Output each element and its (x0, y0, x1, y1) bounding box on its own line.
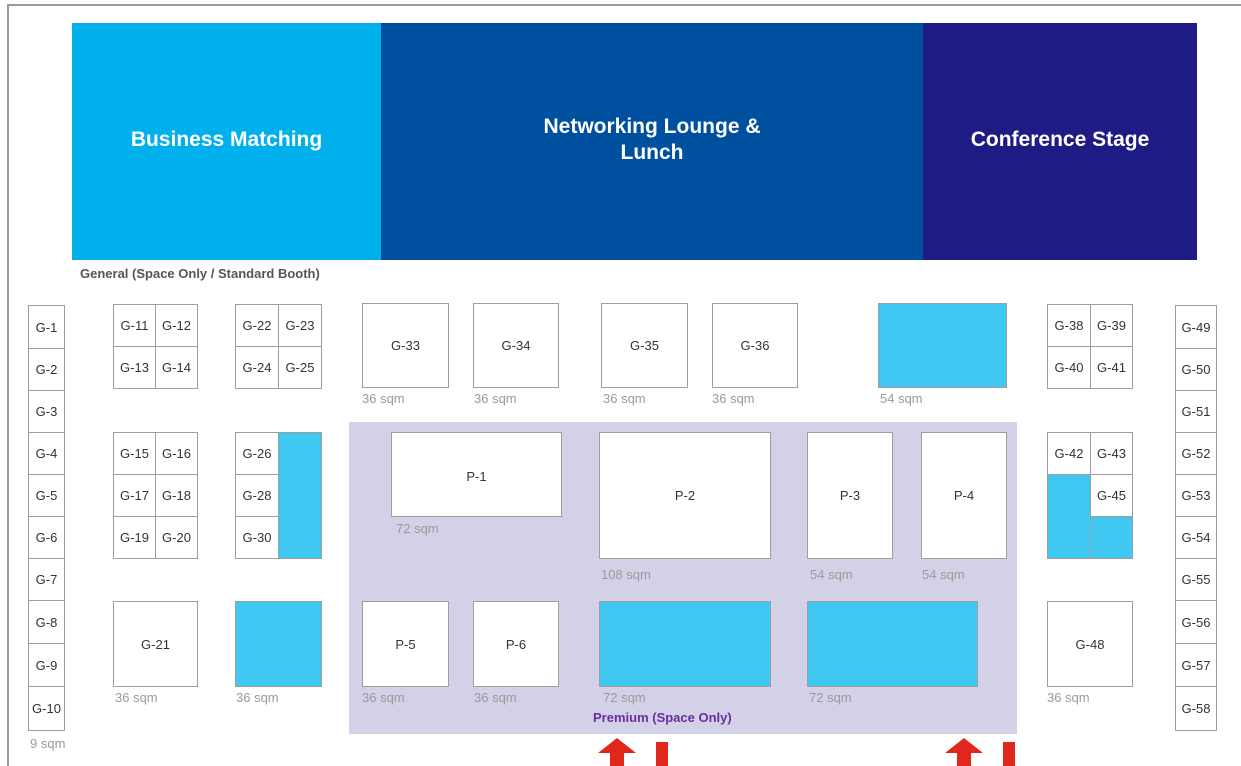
area-label-72sqm-a: 72 sqm (603, 690, 646, 705)
area-label-g34: 36 sqm (474, 391, 517, 406)
booth-g13[interactable]: G-13 (113, 346, 156, 389)
area-label-p2: 108 sqm (601, 567, 651, 582)
booth-p3[interactable]: P-3 (807, 432, 893, 559)
premium-section-label: Premium (Space Only) (593, 710, 732, 725)
booth-g50[interactable]: G-50 (1175, 348, 1217, 391)
booth-unlabeled-72sqm-a[interactable] (599, 601, 771, 687)
zone-conference-stage-label: Conference Stage (970, 127, 1150, 151)
booth-g55[interactable]: G-55 (1175, 558, 1217, 601)
booth-g56[interactable]: G-56 (1175, 600, 1217, 644)
booth-g33[interactable]: G-33 (362, 303, 449, 388)
booth-g43[interactable]: G-43 (1090, 432, 1133, 475)
booth-unlabeled-g44-area[interactable] (1047, 474, 1091, 559)
booth-g34[interactable]: G-34 (473, 303, 559, 388)
booth-g18[interactable]: G-18 (155, 474, 198, 517)
booth-g49[interactable]: G-49 (1175, 305, 1217, 349)
booth-g12[interactable]: G-12 (155, 304, 198, 347)
area-label-g35: 36 sqm (603, 391, 646, 406)
booth-g53[interactable]: G-53 (1175, 474, 1217, 517)
booth-g54[interactable]: G-54 (1175, 516, 1217, 559)
booth-g40[interactable]: G-40 (1047, 346, 1091, 389)
booth-p1[interactable]: P-1 (391, 432, 562, 517)
booth-g52[interactable]: G-52 (1175, 432, 1217, 475)
booth-g58[interactable]: G-58 (1175, 686, 1217, 731)
booth-g41[interactable]: G-41 (1090, 346, 1133, 389)
area-label-p5: 36 sqm (362, 690, 405, 705)
booth-unlabeled-72sqm-b[interactable] (807, 601, 978, 687)
booth-g42[interactable]: G-42 (1047, 432, 1091, 475)
booth-unlabeled-strip[interactable] (278, 432, 322, 559)
area-label-72sqm-b: 72 sqm (809, 690, 852, 705)
booth-g4[interactable]: G-4 (28, 432, 65, 475)
booth-g51[interactable]: G-51 (1175, 390, 1217, 433)
area-label-36sqm-left: 36 sqm (236, 690, 279, 705)
area-label-p6: 36 sqm (474, 690, 517, 705)
booth-g17[interactable]: G-17 (113, 474, 156, 517)
booth-g21[interactable]: G-21 (113, 601, 198, 687)
booth-g24[interactable]: G-24 (235, 346, 279, 389)
booth-g19[interactable]: G-19 (113, 516, 156, 559)
booth-g2[interactable]: G-2 (28, 348, 65, 391)
entrance-arrow-icon-left (598, 738, 668, 766)
booth-g35[interactable]: G-35 (601, 303, 688, 388)
area-label-g33: 36 sqm (362, 391, 405, 406)
area-label-g21: 36 sqm (115, 690, 158, 705)
booth-g36[interactable]: G-36 (712, 303, 798, 388)
booth-g30[interactable]: G-30 (235, 516, 279, 559)
booth-g20[interactable]: G-20 (155, 516, 198, 559)
booth-g8[interactable]: G-8 (28, 600, 65, 644)
booth-unlabeled-g47-area[interactable] (1090, 516, 1133, 559)
zone-conference-stage: Conference Stage (923, 23, 1197, 260)
booth-g26[interactable]: G-26 (235, 432, 279, 475)
booth-unlabeled-54sqm[interactable] (878, 303, 1007, 388)
zone-networking-lounge-label: Networking Lounge & Lunch (543, 114, 761, 164)
zone-business-matching: Business Matching (72, 23, 381, 260)
booth-g14[interactable]: G-14 (155, 346, 198, 389)
booth-unlabeled-36sqm-left[interactable] (235, 601, 322, 687)
booth-g45[interactable]: G-45 (1090, 474, 1133, 517)
booth-g28[interactable]: G-28 (235, 474, 279, 517)
booth-g25[interactable]: G-25 (278, 346, 322, 389)
booth-g23[interactable]: G-23 (278, 304, 322, 347)
booth-g39[interactable]: G-39 (1090, 304, 1133, 347)
area-label-p3: 54 sqm (810, 567, 853, 582)
booth-g1[interactable]: G-1 (28, 305, 65, 349)
zone-networking-lounge: Networking Lounge & Lunch (381, 23, 923, 260)
area-label-54sqm-top: 54 sqm (880, 391, 923, 406)
booth-g3[interactable]: G-3 (28, 390, 65, 433)
booth-g5[interactable]: G-5 (28, 474, 65, 517)
area-label-g1-g10: 9 sqm (30, 736, 66, 751)
booth-g7[interactable]: G-7 (28, 558, 65, 601)
booth-g6[interactable]: G-6 (28, 516, 65, 559)
booth-g57[interactable]: G-57 (1175, 643, 1217, 687)
booth-g48[interactable]: G-48 (1047, 601, 1133, 687)
area-label-p1: 72 sqm (396, 521, 439, 536)
general-section-label: General (Space Only / Standard Booth) (80, 266, 320, 281)
booth-p2[interactable]: P-2 (599, 432, 771, 559)
area-label-g48: 36 sqm (1047, 690, 1090, 705)
booth-p4[interactable]: P-4 (921, 432, 1007, 559)
booth-g38[interactable]: G-38 (1047, 304, 1091, 347)
booth-g11[interactable]: G-11 (113, 304, 156, 347)
booth-p5[interactable]: P-5 (362, 601, 449, 687)
booth-g10[interactable]: G-10 (28, 686, 65, 731)
area-label-g36: 36 sqm (712, 391, 755, 406)
booth-p6[interactable]: P-6 (473, 601, 559, 687)
zone-business-matching-label: Business Matching (130, 127, 323, 151)
booth-g16[interactable]: G-16 (155, 432, 198, 475)
entrance-arrow-icon-right (945, 738, 1015, 766)
area-label-p4: 54 sqm (922, 567, 965, 582)
booth-g9[interactable]: G-9 (28, 643, 65, 687)
booth-g15[interactable]: G-15 (113, 432, 156, 475)
booth-g22[interactable]: G-22 (235, 304, 279, 347)
